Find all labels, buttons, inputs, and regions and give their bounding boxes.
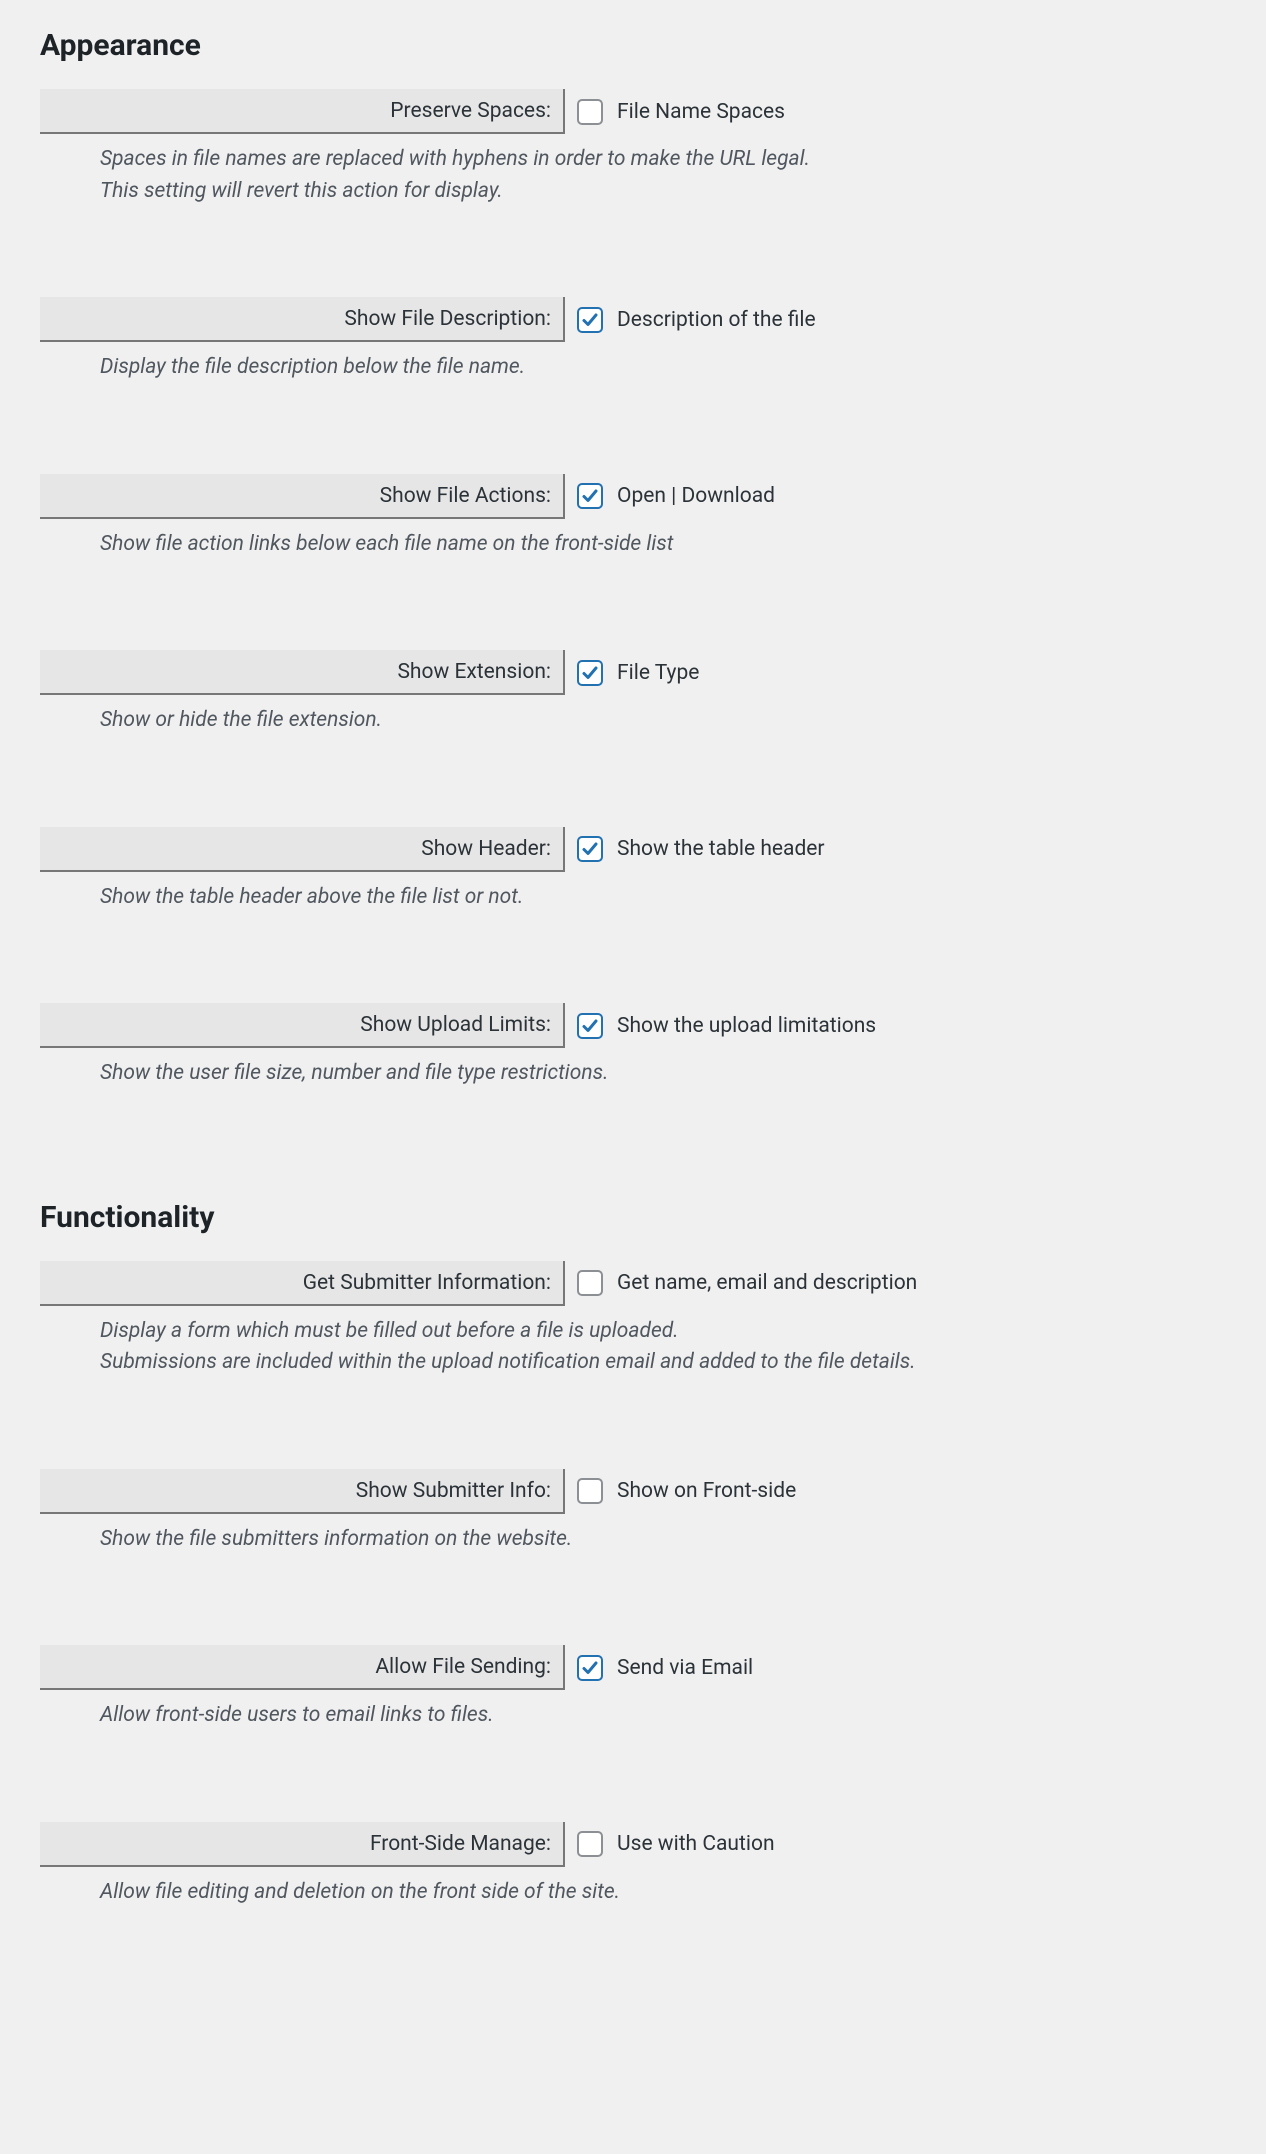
checkbox-label[interactable]: Show the upload limitations bbox=[617, 1014, 876, 1038]
checkbox-get-submitter-information[interactable] bbox=[577, 1270, 603, 1296]
checkbox-label[interactable]: Send via Email bbox=[617, 1656, 753, 1680]
section-heading-functionality: Functionality bbox=[40, 1200, 1226, 1235]
setting-label: Get Submitter Information: bbox=[40, 1261, 565, 1306]
checkbox-show-submitter-info[interactable] bbox=[577, 1478, 603, 1504]
settings-page: Appearance Preserve Spaces: File Name Sp… bbox=[0, 28, 1266, 2058]
setting-allow-file-sending: Allow File Sending: Send via Email Allow… bbox=[40, 1645, 1226, 1732]
setting-show-file-actions: Show File Actions: Open | Download Show … bbox=[40, 474, 1226, 561]
section-heading-appearance: Appearance bbox=[40, 28, 1226, 63]
setting-show-upload-limits: Show Upload Limits: Show the upload limi… bbox=[40, 1003, 1226, 1090]
setting-description: Allow front-side users to email links to… bbox=[100, 1700, 1226, 1732]
setting-control: Show the table header bbox=[565, 836, 825, 862]
checkbox-allow-file-sending[interactable] bbox=[577, 1655, 603, 1681]
checkbox-front-side-manage[interactable] bbox=[577, 1831, 603, 1857]
checkbox-label[interactable]: Show the table header bbox=[617, 837, 825, 861]
setting-description: Allow file editing and deletion on the f… bbox=[100, 1877, 1226, 1909]
setting-label: Front-Side Manage: bbox=[40, 1822, 565, 1867]
setting-show-file-description: Show File Description: Description of th… bbox=[40, 297, 1226, 384]
setting-control: File Type bbox=[565, 660, 699, 686]
checkbox-label[interactable]: Open | Download bbox=[617, 484, 775, 508]
setting-show-extension: Show Extension: File Type Show or hide t… bbox=[40, 650, 1226, 737]
setting-show-header: Show Header: Show the table header Show … bbox=[40, 827, 1226, 914]
setting-show-submitter-info: Show Submitter Info: Show on Front-side … bbox=[40, 1469, 1226, 1556]
checkbox-show-file-actions[interactable] bbox=[577, 483, 603, 509]
setting-label: Allow File Sending: bbox=[40, 1645, 565, 1690]
setting-front-side-manage: Front-Side Manage: Use with Caution Allo… bbox=[40, 1822, 1226, 1909]
checkbox-show-upload-limits[interactable] bbox=[577, 1013, 603, 1039]
setting-label: Show File Actions: bbox=[40, 474, 565, 519]
setting-control: File Name Spaces bbox=[565, 99, 785, 125]
checkbox-label[interactable]: Get name, email and description bbox=[617, 1271, 917, 1295]
setting-control: Use with Caution bbox=[565, 1831, 775, 1857]
checkbox-label[interactable]: Description of the file bbox=[617, 308, 816, 332]
setting-description: Show file action links below each file n… bbox=[100, 529, 1226, 561]
checkbox-label[interactable]: Use with Caution bbox=[617, 1832, 775, 1856]
setting-label: Show File Description: bbox=[40, 297, 565, 342]
setting-label: Show Submitter Info: bbox=[40, 1469, 565, 1514]
setting-description: Show the file submitters information on … bbox=[100, 1524, 1226, 1556]
setting-label: Preserve Spaces: bbox=[40, 89, 565, 134]
setting-label: Show Extension: bbox=[40, 650, 565, 695]
setting-description: Display the file description below the f… bbox=[100, 352, 1226, 384]
setting-control: Description of the file bbox=[565, 307, 816, 333]
setting-control: Show on Front-side bbox=[565, 1478, 796, 1504]
setting-control: Send via Email bbox=[565, 1655, 753, 1681]
setting-control: Show the upload limitations bbox=[565, 1013, 876, 1039]
checkbox-show-extension[interactable] bbox=[577, 660, 603, 686]
checkbox-label[interactable]: Show on Front-side bbox=[617, 1479, 796, 1503]
setting-description: Show the user file size, number and file… bbox=[100, 1058, 1226, 1090]
setting-description: Show the table header above the file lis… bbox=[100, 882, 1226, 914]
setting-label: Show Upload Limits: bbox=[40, 1003, 565, 1048]
checkbox-label[interactable]: File Name Spaces bbox=[617, 100, 785, 124]
setting-label: Show Header: bbox=[40, 827, 565, 872]
setting-preserve-spaces: Preserve Spaces: File Name Spaces Spaces… bbox=[40, 89, 1226, 207]
checkbox-label[interactable]: File Type bbox=[617, 661, 699, 685]
setting-description: Show or hide the file extension. bbox=[100, 705, 1226, 737]
setting-get-submitter-information: Get Submitter Information: Get name, ema… bbox=[40, 1261, 1226, 1379]
setting-control: Get name, email and description bbox=[565, 1270, 917, 1296]
setting-description: Display a form which must be filled out … bbox=[100, 1316, 1226, 1379]
setting-description: Spaces in file names are replaced with h… bbox=[100, 144, 1226, 207]
setting-control: Open | Download bbox=[565, 483, 775, 509]
checkbox-show-file-description[interactable] bbox=[577, 307, 603, 333]
checkbox-show-header[interactable] bbox=[577, 836, 603, 862]
checkbox-preserve-spaces[interactable] bbox=[577, 99, 603, 125]
